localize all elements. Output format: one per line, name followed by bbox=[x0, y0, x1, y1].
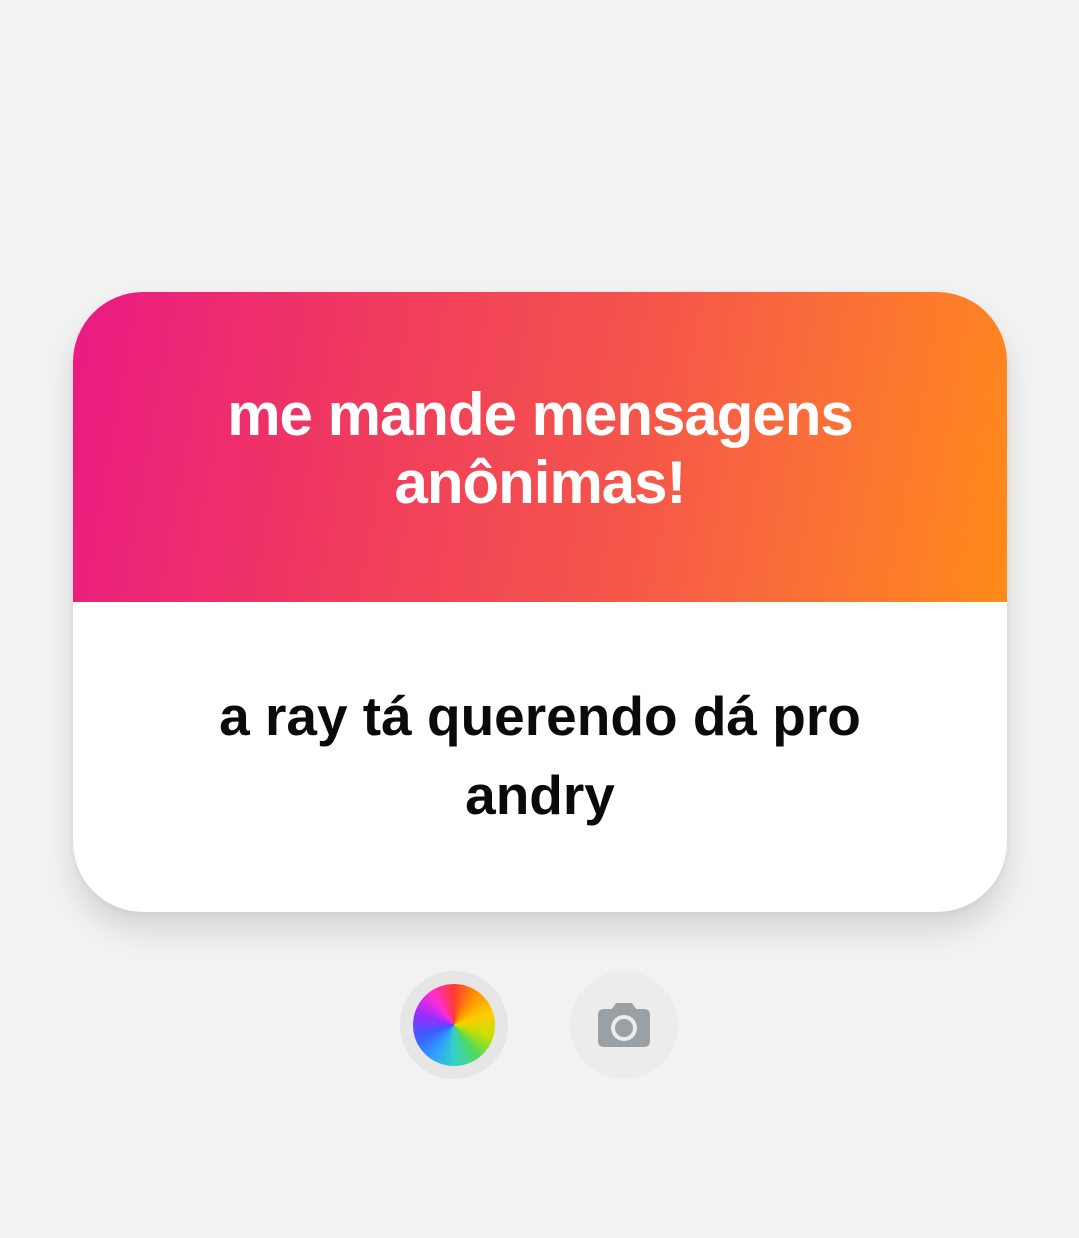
question-title: me mande mensagens anônimas! bbox=[227, 381, 854, 516]
camera-button[interactable] bbox=[570, 971, 678, 1079]
response-area: a ray tá querendo dá pro andry bbox=[73, 602, 1007, 912]
question-header: me mande mensagens anônimas! bbox=[73, 292, 1007, 602]
response-text: a ray tá querendo dá pro andry bbox=[219, 685, 861, 826]
color-wheel-icon bbox=[413, 984, 495, 1066]
camera-icon bbox=[598, 1003, 650, 1047]
question-card: me mande mensagens anônimas! a ray tá qu… bbox=[73, 292, 1007, 912]
color-picker-button[interactable] bbox=[400, 971, 508, 1079]
